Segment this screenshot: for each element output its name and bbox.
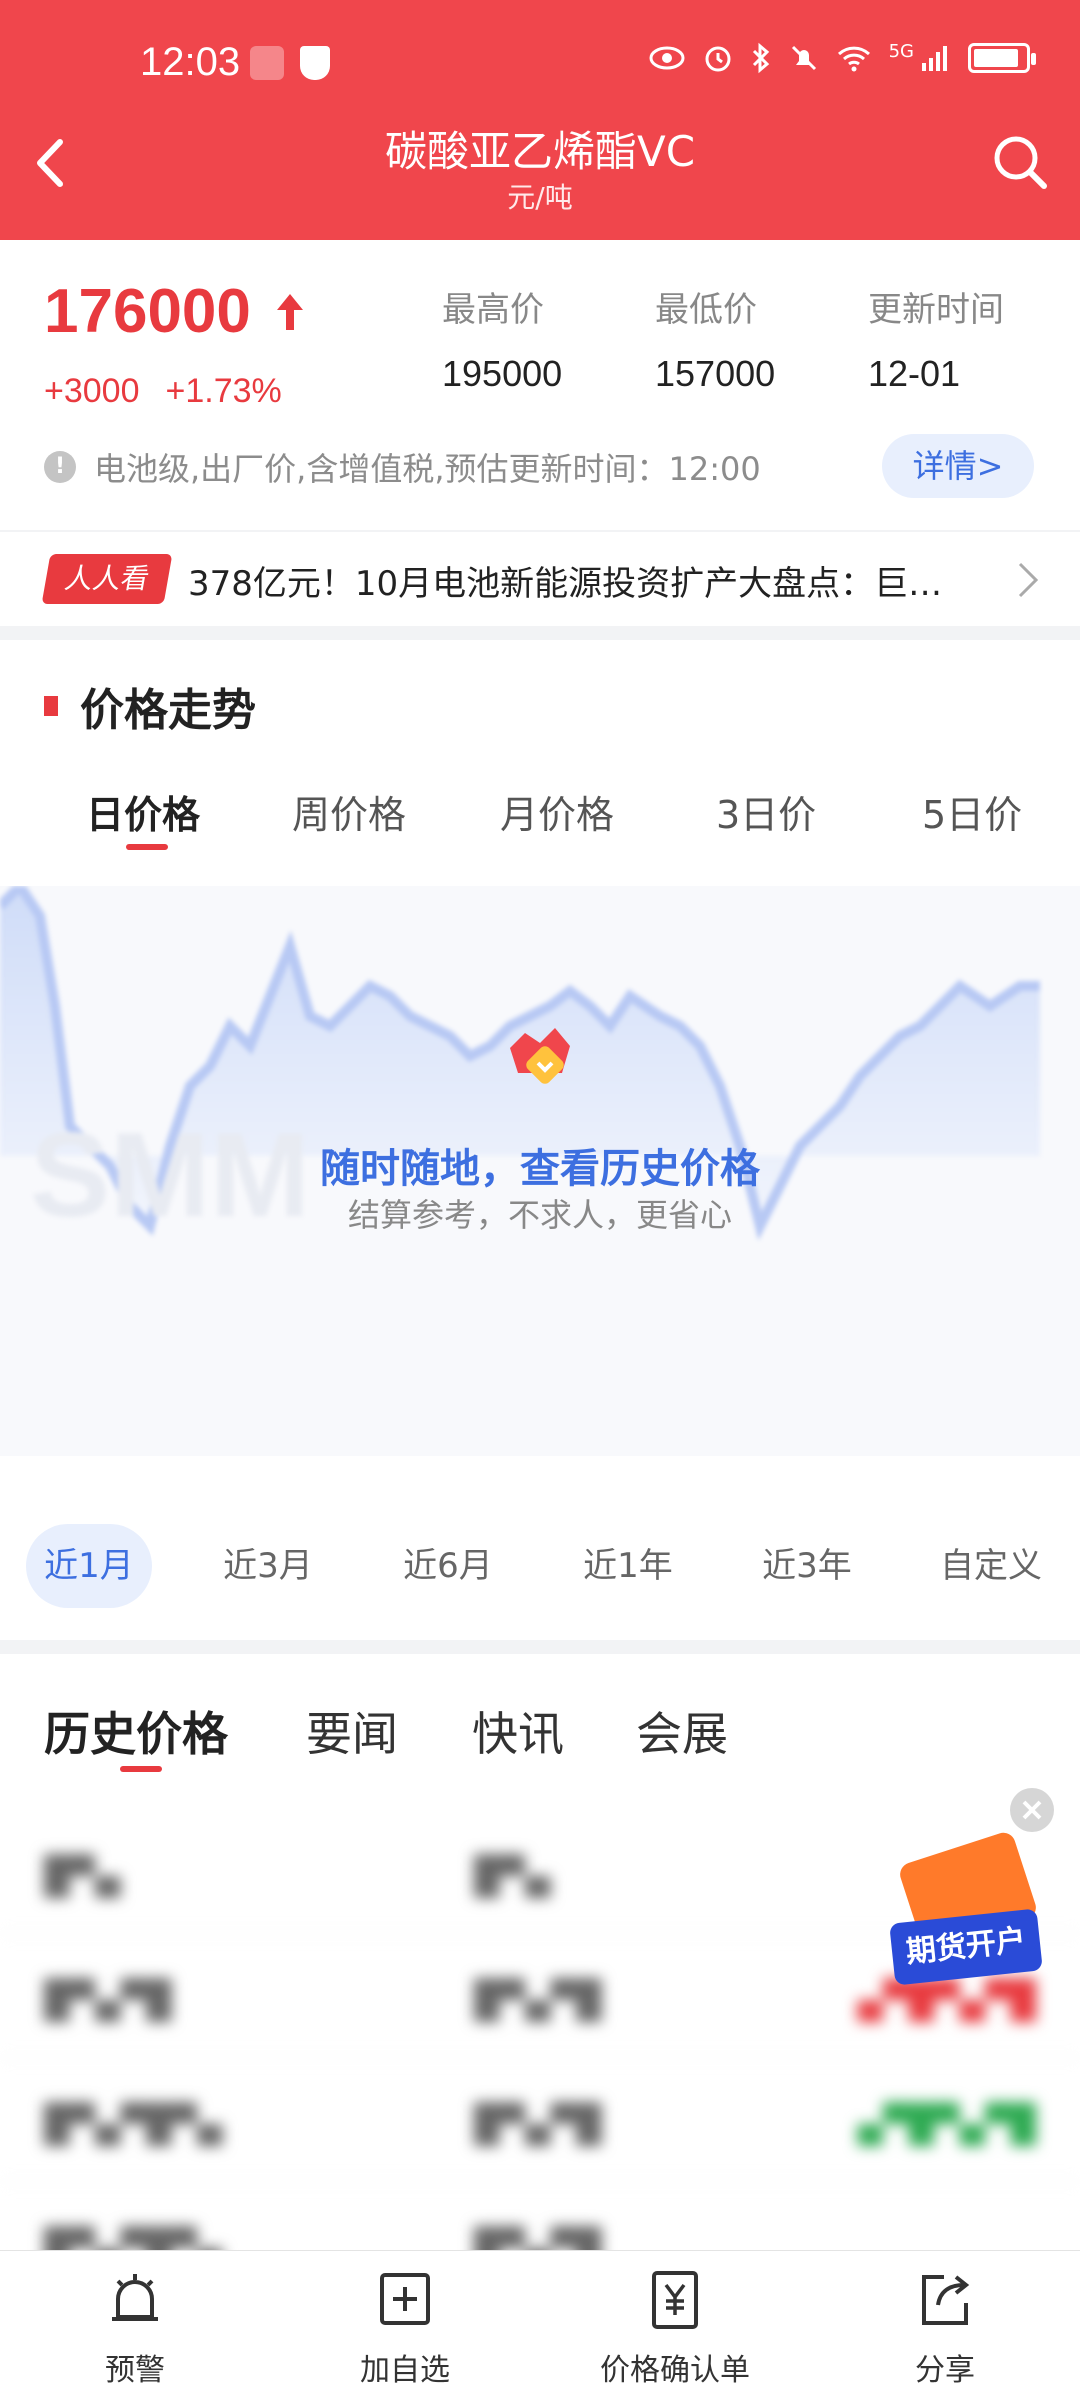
bottom-nav: 预警 加自选 价格确认单 分享 bbox=[0, 2250, 1080, 2400]
app-root: { "status": { "time": "12:03", "network"… bbox=[0, 0, 1080, 2400]
tab-underline bbox=[126, 844, 168, 850]
ticker-tag: 人人看 bbox=[41, 554, 173, 604]
promo-close-button[interactable] bbox=[1010, 1788, 1054, 1832]
nav-price-confirm[interactable]: 价格确认单 bbox=[565, 2269, 785, 2389]
stat-low-label: 最低价 bbox=[655, 290, 757, 330]
tab-daily[interactable]: 日价格 bbox=[86, 784, 200, 839]
nav-share[interactable]: 分享 bbox=[835, 2269, 1055, 2389]
range-3y[interactable]: 近3年 bbox=[744, 1524, 870, 1608]
overlay-title[interactable]: 随时随地，查看历史价格 bbox=[0, 1136, 1080, 1194]
stat-low: 最低价 157000 bbox=[655, 282, 855, 395]
search-icon[interactable] bbox=[990, 132, 1050, 192]
up-arrow-icon bbox=[276, 293, 303, 330]
info-icon: ! bbox=[44, 451, 76, 483]
stat-high-label: 最高价 bbox=[442, 290, 544, 330]
overlay-subtitle: 结算参考，不求人，更省心 bbox=[347, 1196, 732, 1234]
tab-news[interactable]: 要闻 bbox=[306, 1698, 398, 1764]
section-marker bbox=[44, 696, 58, 716]
info-tabs: 历史价格 要闻 快讯 会展 bbox=[0, 1654, 1080, 1810]
tab-history[interactable]: 历史价格 bbox=[44, 1698, 228, 1764]
info-tab-underline bbox=[120, 1766, 162, 1772]
stat-updated-value: 12-01 bbox=[868, 353, 961, 394]
yen-document-icon bbox=[652, 2271, 698, 2329]
tab-3day[interactable]: 3日价 bbox=[716, 784, 816, 839]
price-change-pct: +1.73% bbox=[165, 372, 282, 410]
range-3m[interactable]: 近3月 bbox=[205, 1524, 331, 1608]
price-note: ! 电池级,出厂价,含增值税,预估更新时间：12:00 bbox=[44, 444, 761, 490]
tab-monthly[interactable]: 月价格 bbox=[500, 784, 614, 839]
tab-flash[interactable]: 快讯 bbox=[472, 1698, 564, 1764]
range-1m[interactable]: 近1月 bbox=[26, 1524, 152, 1608]
period-tabs: 日价格 周价格 月价格 3日价 5日价 bbox=[0, 784, 1080, 864]
app-notification-icon bbox=[250, 46, 284, 80]
app-header: 12:03 5G 碳酸亚乙烯酯VC 元/吨 bbox=[0, 0, 1080, 240]
network-label: 5G bbox=[888, 40, 914, 62]
signal-icon bbox=[922, 46, 947, 71]
smm-logo-icon bbox=[510, 1028, 570, 1084]
price-change: +3000 +1.73% bbox=[44, 372, 308, 411]
alarm-icon bbox=[705, 46, 731, 72]
wifi-icon bbox=[837, 46, 870, 72]
status-bar: 12:03 5G bbox=[0, 0, 1080, 130]
current-price-value: 176000 bbox=[44, 277, 251, 346]
stat-high-value: 195000 bbox=[442, 353, 563, 394]
bluetooth-icon bbox=[752, 42, 769, 74]
section-title-text: 价格走势 bbox=[80, 685, 256, 736]
mute-bell-icon bbox=[791, 45, 816, 71]
nav-price-confirm-label: 价格确认单 bbox=[600, 2353, 750, 2388]
price-summary: 176000 +3000 +1.73% 最高价 195000 最低价 157000… bbox=[0, 240, 1080, 530]
nav-alert[interactable]: 预警 bbox=[25, 2269, 245, 2389]
stat-high: 最高价 195000 bbox=[442, 282, 642, 395]
status-left-icons bbox=[250, 46, 330, 80]
range-1y[interactable]: 近1年 bbox=[565, 1524, 691, 1608]
price-note-text: 电池级,出厂价,含增值税,预估更新时间：12:00 bbox=[94, 450, 761, 488]
nav-add-favorite[interactable]: 加自选 bbox=[295, 2269, 515, 2389]
close-icon bbox=[1022, 1800, 1042, 1820]
table-row: █▀▄▀█▀▄ █▀▄▀█ ▄▀█▀▄▀█ bbox=[0, 2058, 1080, 2182]
price-chart[interactable]: SMM 随时随地，查看历史价格 结算参考，不求人，更省心 bbox=[0, 886, 1080, 1456]
tab-exhibitions[interactable]: 会展 bbox=[636, 1698, 728, 1764]
detail-button[interactable]: 详情> bbox=[882, 434, 1034, 498]
ticker-headline[interactable]: 378亿元！10月电池新能源投资扩产大盘点：巨… bbox=[188, 556, 988, 605]
nav-alert-label: 预警 bbox=[105, 2353, 165, 2388]
tab-5day[interactable]: 5日价 bbox=[922, 784, 1022, 839]
chevron-right-icon[interactable] bbox=[1012, 558, 1044, 602]
page-title: 碳酸亚乙烯酯VC bbox=[384, 127, 696, 176]
table-row: █▀▄▀█▀▄ █▀▄▀█ bbox=[0, 2182, 1080, 2250]
page-unit: 元/吨 bbox=[507, 181, 573, 214]
status-time: 12:03 bbox=[140, 40, 241, 84]
eye-icon bbox=[649, 46, 685, 70]
stat-low-value: 157000 bbox=[655, 353, 776, 394]
stat-updated-label: 更新时间 bbox=[868, 290, 1004, 330]
share-icon bbox=[922, 2275, 970, 2325]
section-title: 价格走势 bbox=[44, 674, 256, 738]
nav-add-favorite-label: 加自选 bbox=[360, 2353, 450, 2388]
add-favorite-icon bbox=[380, 2273, 430, 2325]
alarm-bell-icon bbox=[112, 2274, 158, 2321]
promo-label: 期货开户 bbox=[889, 1908, 1043, 1986]
range-tabs: 近1月 近3月 近6月 近1年 近3年 自定义 bbox=[0, 1506, 1080, 1608]
current-price: 176000 bbox=[44, 276, 307, 347]
tab-weekly[interactable]: 周价格 bbox=[292, 784, 406, 839]
status-right-icons: 5G bbox=[649, 40, 1036, 74]
chart-overlay[interactable]: 随时随地，查看历史价格 结算参考，不求人，更省心 bbox=[0, 886, 1080, 1456]
futures-account-promo[interactable]: 期货开户 bbox=[884, 1829, 1044, 1986]
nav-share-label: 分享 bbox=[915, 2353, 975, 2388]
battery-icon bbox=[968, 43, 1036, 73]
news-ticker[interactable]: 人人看 378亿元！10月电池新能源投资扩产大盘点：巨… bbox=[0, 532, 1080, 626]
price-change-abs: +3000 bbox=[44, 372, 140, 410]
range-6m[interactable]: 近6月 bbox=[385, 1524, 511, 1608]
range-custom[interactable]: 自定义 bbox=[928, 1524, 1054, 1608]
shield-icon bbox=[300, 46, 330, 80]
stat-updated: 更新时间 12-01 bbox=[868, 282, 1068, 395]
price-trend-section: 价格走势 日价格 周价格 月价格 3日价 5日价 SMM 随时随地，查看历史价格… bbox=[0, 640, 1080, 1640]
